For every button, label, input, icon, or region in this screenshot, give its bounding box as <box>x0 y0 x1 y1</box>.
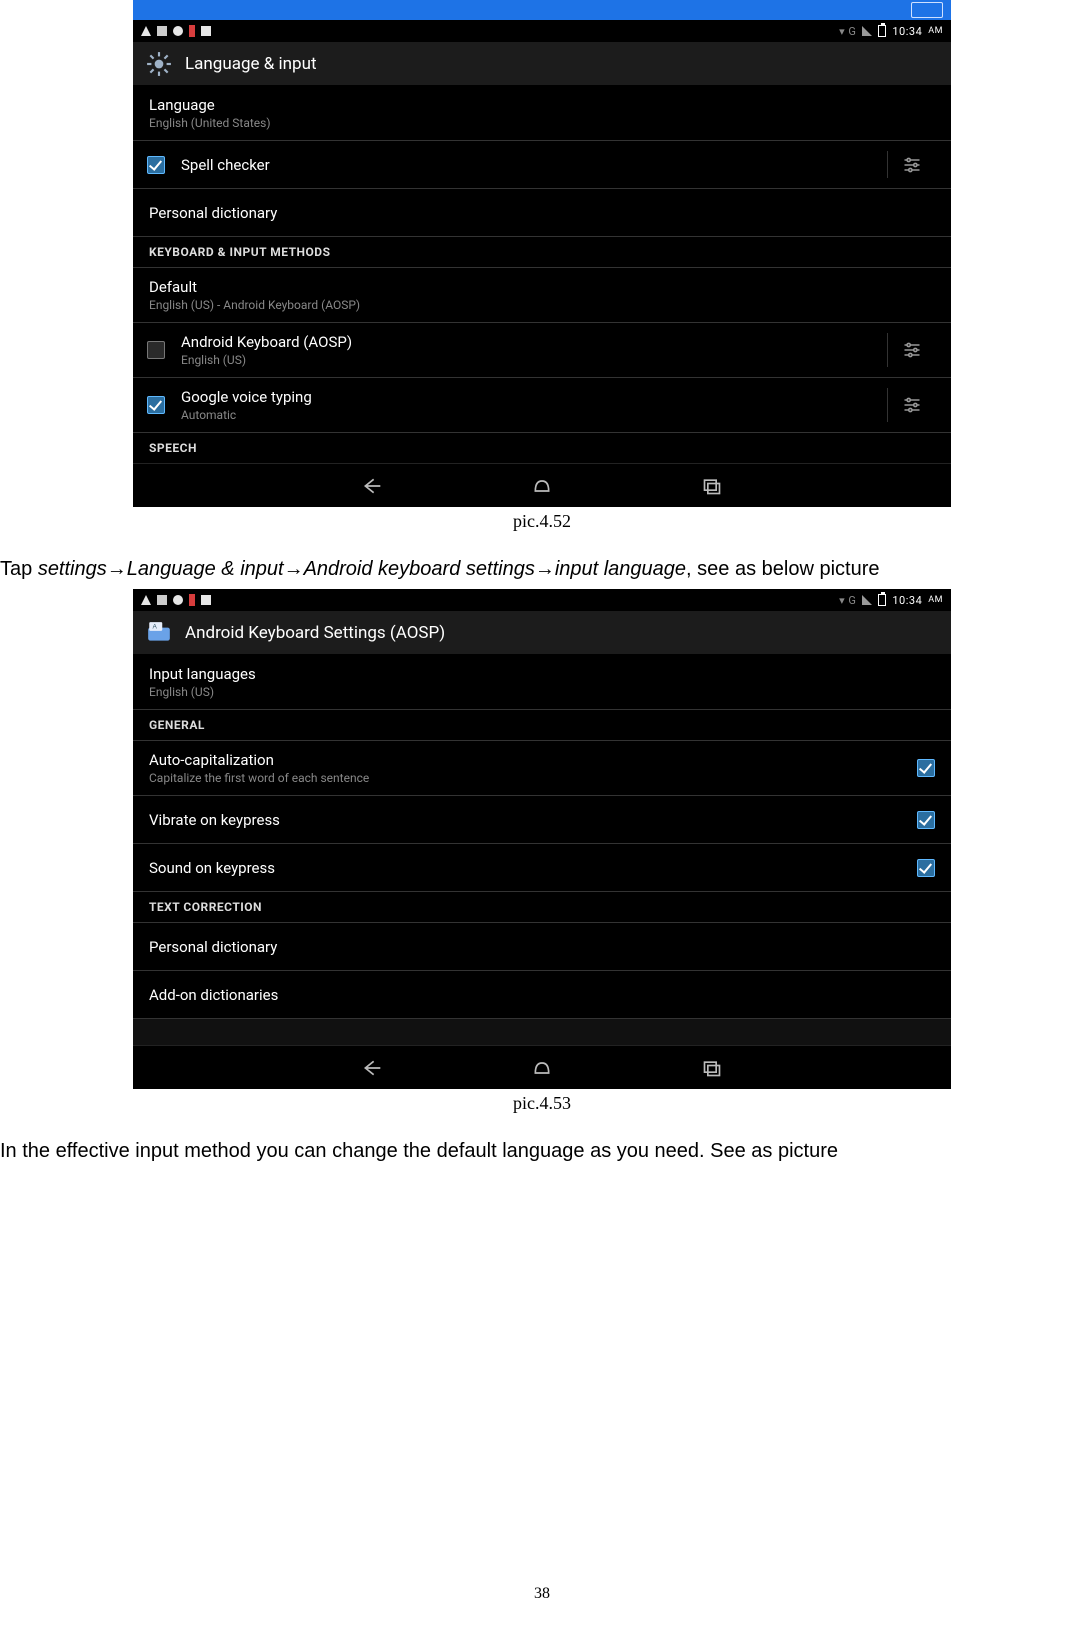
settings-header: Language & input <box>133 42 951 86</box>
category-keyboard: KEYBOARD & INPUT METHODS <box>133 237 951 268</box>
wifi-icon: ▾ G <box>839 594 856 607</box>
row-title: Google voice typing <box>181 388 887 406</box>
row-input-languages[interactable]: Input languages English (US) <box>133 655 951 710</box>
row-sound-on-keypress[interactable]: Sound on keypress <box>133 844 951 892</box>
row-subtitle: Capitalize the first word of each senten… <box>149 771 909 785</box>
settings-sliders-icon[interactable] <box>887 388 935 422</box>
checkbox-icon[interactable] <box>917 859 935 877</box>
screenshot-language-input: ▾ G 10:34 AM Language & input Language E… <box>133 0 951 507</box>
status-bar: ▾ G 10:34 AM <box>133 589 951 611</box>
row-personal-dictionary[interactable]: Personal dictionary <box>133 923 951 971</box>
row-title: Vibrate on keypress <box>149 811 909 829</box>
wifi-icon: ▾ G <box>839 25 856 38</box>
nav-bar <box>133 463 951 507</box>
row-subtitle: English (US) <box>149 685 935 699</box>
nav-back-icon[interactable] <box>357 474 387 498</box>
status-icon <box>189 25 195 37</box>
row-subtitle: English (US) - Android Keyboard (AOSP) <box>149 298 935 312</box>
status-icon <box>141 26 151 36</box>
status-bar: ▾ G 10:34 AM <box>133 20 951 42</box>
battery-icon <box>878 25 886 37</box>
checkbox-icon[interactable] <box>147 341 165 359</box>
status-icon <box>157 26 167 36</box>
checkbox-icon[interactable] <box>147 396 165 414</box>
row-personal-dictionary[interactable]: Personal dictionary <box>133 189 951 237</box>
nav-home-icon[interactable] <box>527 1056 557 1080</box>
screenshot-keyboard-settings: ▾ G 10:34 AM A Android Keyboard Settings… <box>133 589 951 1089</box>
settings-sliders-icon[interactable] <box>887 333 935 367</box>
status-time: 10:34 <box>892 25 922 38</box>
status-ampm: AM <box>928 595 943 605</box>
row-android-keyboard[interactable]: Android Keyboard (AOSP) English (US) <box>133 323 951 378</box>
row-title: Language <box>149 96 935 114</box>
row-language[interactable]: Language English (United States) <box>133 86 951 141</box>
category-speech: SPEECH <box>133 433 951 463</box>
battery-icon <box>878 594 886 606</box>
row-title: Add-on dictionaries <box>149 986 935 1004</box>
row-google-voice-typing[interactable]: Google voice typing Automatic <box>133 378 951 433</box>
nav-recent-icon[interactable] <box>697 1056 727 1080</box>
row-spell-checker[interactable]: Spell checker <box>133 141 951 189</box>
svg-text:A: A <box>153 623 158 630</box>
keyboard-icon: A <box>145 619 173 647</box>
status-ampm: AM <box>928 26 943 36</box>
row-title: Android Keyboard (AOSP) <box>181 333 887 351</box>
row-subtitle: English (United States) <box>149 116 935 130</box>
nav-home-icon[interactable] <box>527 474 557 498</box>
row-addon-dictionaries[interactable]: Add-on dictionaries <box>133 971 951 1019</box>
row-title: Input languages <box>149 665 935 683</box>
settings-header: A Android Keyboard Settings (AOSP) <box>133 611 951 655</box>
status-time: 10:34 <box>892 594 922 607</box>
nav-bar <box>133 1045 951 1089</box>
status-icon <box>173 26 183 36</box>
header-title: Language & input <box>185 54 317 74</box>
gear-icon <box>145 50 173 78</box>
checkbox-icon[interactable] <box>917 811 935 829</box>
nav-back-icon[interactable] <box>357 1056 387 1080</box>
signal-icon <box>862 26 872 36</box>
status-icon <box>189 594 195 606</box>
row-subtitle: Automatic <box>181 408 887 422</box>
row-title: Personal dictionary <box>149 204 935 222</box>
signal-icon <box>862 595 872 605</box>
row-title: Default <box>149 278 935 296</box>
checkbox-icon[interactable] <box>147 156 165 174</box>
settings-sliders-icon[interactable] <box>887 151 935 178</box>
paragraph-2: In the effective input method you can ch… <box>0 1138 1084 1165</box>
caption-1: pic.4.52 <box>0 511 1084 532</box>
row-default[interactable]: Default English (US) - Android Keyboard … <box>133 268 951 323</box>
row-vibrate-on-keypress[interactable]: Vibrate on keypress <box>133 796 951 844</box>
status-icon <box>201 595 211 605</box>
status-icon <box>201 26 211 36</box>
row-subtitle: English (US) <box>181 353 887 367</box>
status-icon <box>173 595 183 605</box>
window-titlebar <box>133 0 951 20</box>
status-icon <box>157 595 167 605</box>
status-icon <box>141 595 151 605</box>
checkbox-icon[interactable] <box>917 759 935 777</box>
row-title: Spell checker <box>181 156 887 174</box>
row-title: Personal dictionary <box>149 938 935 956</box>
caption-2: pic.4.53 <box>0 1093 1084 1114</box>
page-number: 38 <box>0 1585 1084 1603</box>
row-auto-capitalization[interactable]: Auto-capitalization Capitalize the first… <box>133 741 951 796</box>
category-text-correction: TEXT CORRECTION <box>133 892 951 923</box>
paragraph-1: Tap settings→Language & input→Android ke… <box>0 556 1084 583</box>
row-title: Auto-capitalization <box>149 751 909 769</box>
nav-recent-icon[interactable] <box>697 474 727 498</box>
header-title: Android Keyboard Settings (AOSP) <box>185 623 445 643</box>
row-title: Sound on keypress <box>149 859 909 877</box>
category-general: GENERAL <box>133 710 951 741</box>
